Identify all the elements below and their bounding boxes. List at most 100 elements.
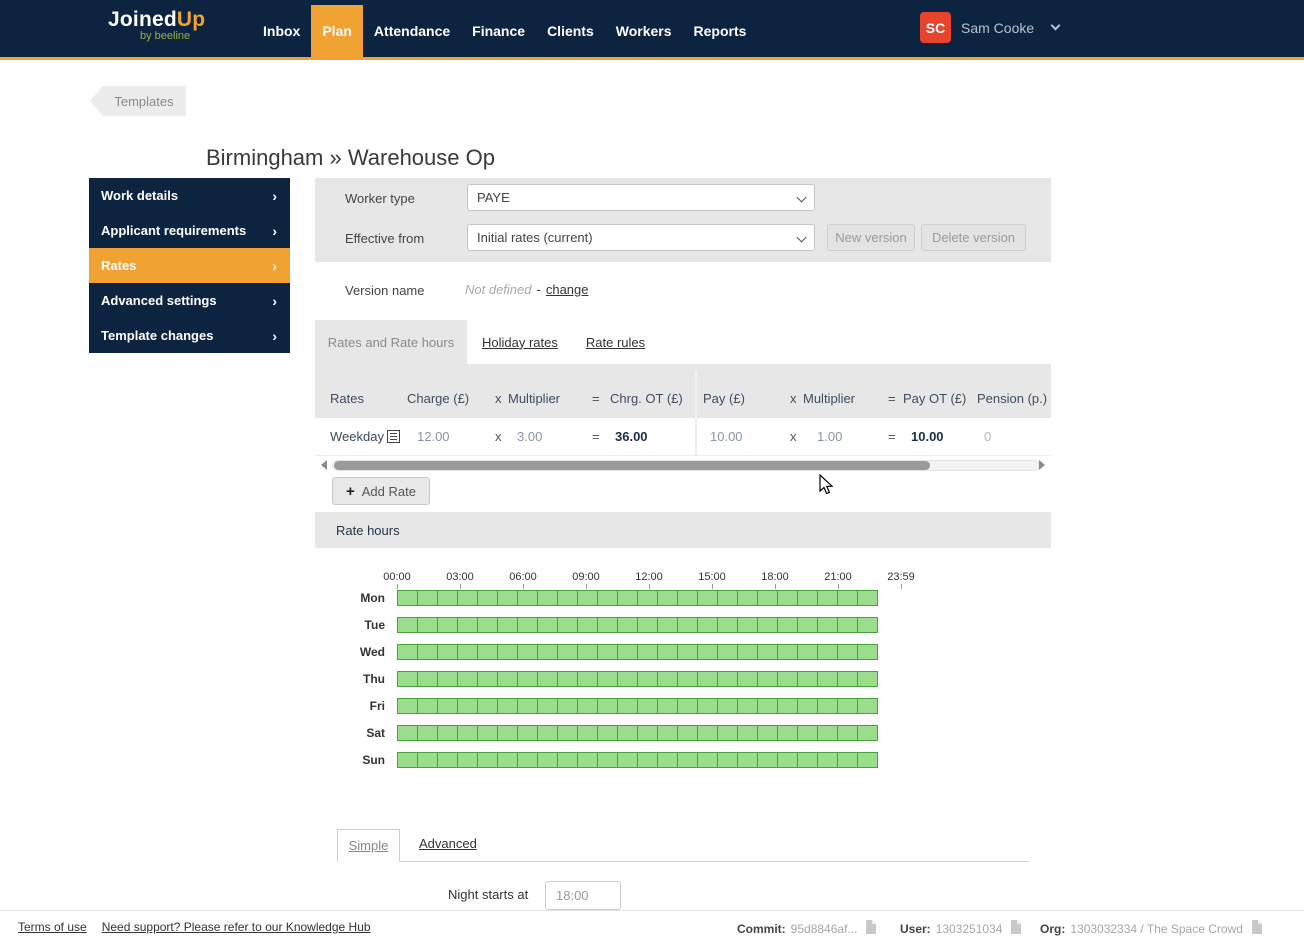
rate-hour-cell[interactable] — [477, 671, 498, 687]
rate-hour-cell[interactable] — [737, 698, 758, 714]
rate-hour-cell[interactable] — [457, 590, 478, 606]
rate-hour-cell[interactable] — [657, 698, 678, 714]
rate-hour-cell[interactable] — [437, 590, 458, 606]
rate-hour-cell[interactable] — [757, 590, 778, 606]
rate-hour-cell[interactable] — [697, 725, 718, 741]
rate-hour-cell[interactable] — [437, 671, 458, 687]
rate-hour-cell[interactable] — [777, 698, 798, 714]
rate-hour-cell[interactable] — [637, 725, 658, 741]
rate-hour-cell[interactable] — [397, 752, 418, 768]
rate-hour-cell[interactable] — [757, 644, 778, 660]
rate-hour-cell[interactable] — [477, 617, 498, 633]
rate-hour-cell[interactable] — [477, 590, 498, 606]
rate-hour-cell[interactable] — [537, 590, 558, 606]
rate-hour-cell[interactable] — [497, 752, 518, 768]
rate-hour-cell[interactable] — [477, 644, 498, 660]
rate-hour-cell[interactable] — [697, 644, 718, 660]
rate-hour-cell[interactable] — [657, 617, 678, 633]
nav-item-workers[interactable]: Workers — [605, 5, 683, 57]
rate-hour-cell[interactable] — [677, 590, 698, 606]
rate-hour-cell[interactable] — [397, 671, 418, 687]
rate-hour-cell[interactable] — [837, 617, 858, 633]
rate-hour-cell[interactable] — [537, 644, 558, 660]
rate-hour-cell[interactable] — [557, 671, 578, 687]
rate-hour-cell[interactable] — [397, 698, 418, 714]
rate-hour-cell[interactable] — [717, 617, 738, 633]
rate-hour-cell[interactable] — [417, 617, 438, 633]
rate-hour-cell[interactable] — [637, 617, 658, 633]
rate-hour-cell[interactable] — [817, 725, 838, 741]
rate-hour-cell[interactable] — [537, 752, 558, 768]
rate-hour-cell[interactable] — [457, 617, 478, 633]
rate-hour-cell[interactable] — [777, 725, 798, 741]
rate-hour-cell[interactable] — [777, 617, 798, 633]
rate-hour-cell[interactable] — [497, 671, 518, 687]
rate-hour-cell[interactable] — [717, 590, 738, 606]
rate-hour-cell[interactable] — [577, 698, 598, 714]
tab-holiday-rates[interactable]: Holiday rates — [482, 335, 558, 350]
rate-hour-cell[interactable] — [797, 590, 818, 606]
nav-item-finance[interactable]: Finance — [461, 5, 536, 57]
rate-hour-cell[interactable] — [597, 671, 618, 687]
rate-hour-cell[interactable] — [717, 725, 738, 741]
rate-hour-cell[interactable] — [437, 698, 458, 714]
rate-hour-cell[interactable] — [417, 725, 438, 741]
rate-hour-cell[interactable] — [677, 644, 698, 660]
rate-hour-cell[interactable] — [797, 644, 818, 660]
rate-hour-cell[interactable] — [737, 725, 758, 741]
rate-hour-cell[interactable] — [837, 725, 858, 741]
pay-field[interactable]: 10.00 — [710, 429, 743, 444]
rate-hour-cell[interactable] — [817, 590, 838, 606]
rate-hour-cell[interactable] — [577, 644, 598, 660]
pension-field[interactable]: 0 — [984, 429, 991, 444]
rate-hour-cell[interactable] — [397, 725, 418, 741]
rate-hour-cell[interactable] — [617, 644, 638, 660]
terms-of-use-link[interactable]: Terms of use — [18, 920, 87, 934]
nav-item-attendance[interactable]: Attendance — [363, 5, 461, 57]
rate-hour-cell[interactable] — [637, 671, 658, 687]
tab-advanced[interactable]: Advanced — [419, 836, 477, 851]
rate-details-icon[interactable] — [387, 430, 400, 448]
rate-hour-cell[interactable] — [517, 617, 538, 633]
rate-hour-cell[interactable] — [817, 698, 838, 714]
templates-back-button[interactable]: Templates — [90, 86, 186, 116]
rate-hour-cell[interactable] — [737, 644, 758, 660]
rate-hour-cell[interactable] — [557, 617, 578, 633]
rate-hour-cell[interactable] — [557, 752, 578, 768]
change-version-name-link[interactable]: change — [546, 282, 589, 297]
tab-simple[interactable]: Simple — [337, 829, 400, 862]
rate-hour-cell[interactable] — [397, 644, 418, 660]
rate-hour-cell[interactable] — [757, 698, 778, 714]
rate-hour-cell[interactable] — [737, 617, 758, 633]
rate-hour-cell[interactable] — [557, 644, 578, 660]
rate-hour-cell[interactable] — [697, 590, 718, 606]
rate-hour-cell[interactable] — [617, 725, 638, 741]
rate-hour-cell[interactable] — [497, 698, 518, 714]
sidebar-item-work-details[interactable]: Work details › — [89, 178, 290, 213]
scroll-right-arrow[interactable] — [1039, 460, 1045, 470]
rate-hour-cell[interactable] — [657, 644, 678, 660]
rate-hour-cell[interactable] — [437, 644, 458, 660]
rate-hour-cell[interactable] — [857, 725, 878, 741]
rate-hour-cell[interactable] — [757, 617, 778, 633]
rate-hour-cell[interactable] — [517, 725, 538, 741]
rate-hour-cell[interactable] — [397, 617, 418, 633]
rate-hour-cell[interactable] — [697, 617, 718, 633]
delete-version-button[interactable]: Delete version — [921, 224, 1026, 251]
scroll-left-arrow[interactable] — [321, 460, 327, 470]
rate-hour-cell[interactable] — [857, 617, 878, 633]
rate-hour-cell[interactable] — [577, 590, 598, 606]
rate-hour-cell[interactable] — [837, 590, 858, 606]
rate-hour-cell[interactable] — [417, 698, 438, 714]
rate-hour-cell[interactable] — [817, 617, 838, 633]
rate-hour-cell[interactable] — [857, 590, 878, 606]
rate-hour-cell[interactable] — [457, 752, 478, 768]
rate-hour-cell[interactable] — [437, 752, 458, 768]
rate-hour-cell[interactable] — [577, 671, 598, 687]
rate-hour-cell[interactable] — [617, 752, 638, 768]
rate-hour-cell[interactable] — [797, 725, 818, 741]
rate-hour-cell[interactable] — [677, 617, 698, 633]
rate-hour-cell[interactable] — [817, 644, 838, 660]
rate-hour-cell[interactable] — [457, 644, 478, 660]
rate-hour-cell[interactable] — [717, 644, 738, 660]
